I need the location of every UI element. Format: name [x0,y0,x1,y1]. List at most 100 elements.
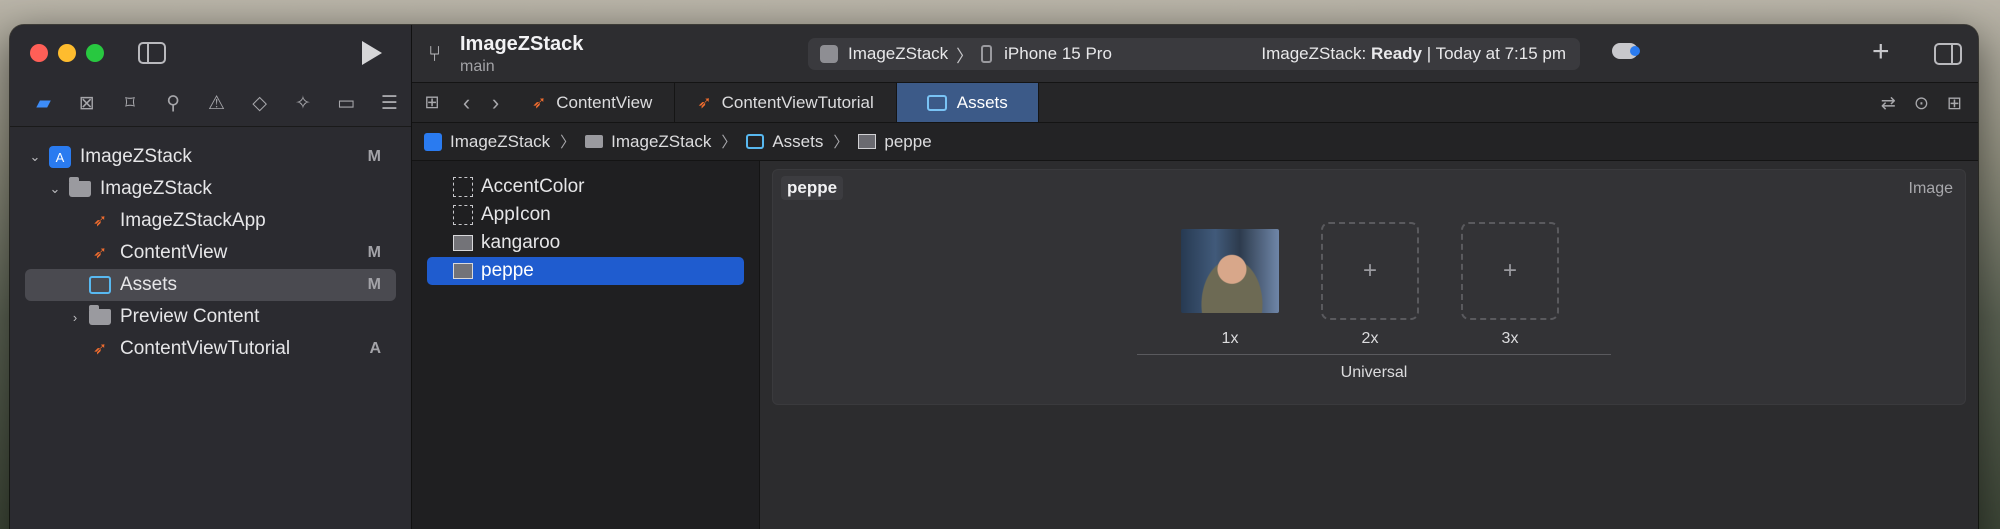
breadcrumb-item[interactable]: ImageZStack [424,132,550,152]
chevron-down-icon[interactable]: ⌄ [28,149,42,165]
breadcrumb-label: ImageZStack [611,131,712,151]
breadcrumb-separator-icon: 〉 [560,134,576,151]
project-title: ImageZStack [460,33,584,55]
report-icon[interactable]: ☰ [368,89,411,119]
swift-file-icon: ➶ [697,92,712,112]
branch-name[interactable]: main [460,58,495,76]
list-item[interactable]: AppIcon [427,201,744,229]
chevron-down-icon[interactable]: ⌄ [48,181,62,197]
more-options-icon[interactable]: ⊙ [1914,93,1929,114]
asset-label: peppe [481,260,534,281]
split-editor-icon[interactable]: ⊞ [1947,93,1962,114]
list-item[interactable]: peppe [427,257,744,285]
asset-catalog-icon [926,94,947,111]
slot-label: 2x [1361,330,1379,347]
tree-item-label: ContentViewTutorial [120,338,291,359]
project-icon: A [48,146,72,168]
chevron-right-icon[interactable]: › [68,310,82,325]
editor-area: ⑂ ImageZStack main ImageZStack 〉 iPhone … [412,25,1978,529]
asset-detail: peppe Image + + 1x 2x 3x Universal [760,161,1978,529]
image-slot-3x[interactable]: + [1461,222,1559,320]
debug-icon[interactable]: ✧ [281,89,324,119]
tab-label: Assets [956,92,1008,112]
slot-label: 1x [1221,330,1239,347]
breadcrumb-separator-icon: 〉 [721,134,737,151]
tree-item-file[interactable]: ➶ ContentViewTutorial A [10,333,411,365]
breadcrumb-item[interactable]: peppe [858,132,932,152]
source-control-icon[interactable]: ⊠ [65,89,108,119]
asset-label: AccentColor [481,176,585,197]
status-badge: M [367,148,381,165]
toolbar: ⑂ ImageZStack main ImageZStack 〉 iPhone … [412,25,1978,83]
breadcrumb-item[interactable]: Assets [746,132,823,152]
tree-item-group[interactable]: › Preview Content [10,301,411,333]
run-button[interactable] [362,41,382,65]
tree-item-file[interactable]: ➶ ContentView M [10,237,411,269]
related-items-icon[interactable]: ⊞ [412,83,452,122]
tree-item-label: Preview Content [120,306,260,327]
breadcrumb-label: Assets [772,131,824,151]
add-library-button[interactable]: + [1872,35,1890,69]
group-divider [1137,354,1611,355]
tree-item-assets[interactable]: Assets M [25,269,396,301]
breakpoint-icon[interactable]: ▭ [325,89,368,119]
minimize-window-button[interactable] [58,44,76,62]
sidebar-toggle-icon[interactable] [138,42,166,64]
tree-item-project[interactable]: ⌄ A ImageZStack M [10,141,411,173]
tab-label: ContentView [556,92,653,112]
breadcrumb-separator-icon: 〉 [833,134,849,151]
image-slot-1x[interactable] [1181,222,1279,320]
inspector-toggle-icon[interactable] [1934,43,1962,65]
scheme-name[interactable]: ImageZStack [848,44,948,64]
tab-label: ContentViewTutorial [721,92,874,112]
folder-icon[interactable]: ▰ [22,89,65,119]
folder-icon [68,177,92,200]
portrait-image [1181,229,1279,313]
branch-icon[interactable]: ⑂ [428,41,441,67]
asset-list: AccentColor AppIcon kangaroo peppe [412,161,760,529]
swap-icon[interactable]: ⇄ [1881,93,1896,114]
swift-file-icon: ➶ [92,339,108,358]
list-item[interactable]: kangaroo [427,229,744,257]
navigator-selector-bar: ▰ ⊠ ⌑ ⚲ ⚠ ◇ ✧ ▭ ☰ [10,81,411,127]
tab-assets[interactable]: Assets [896,83,1039,122]
breadcrumb-label: ImageZStack [450,131,551,151]
image-set-name[interactable]: peppe [781,176,844,200]
forward-icon[interactable]: › [492,90,499,116]
status-time: | Today at 7:15 pm [1426,44,1566,63]
iphone-icon [981,45,993,63]
image-slot-2x[interactable]: + [1321,222,1419,320]
add-icon: + [1502,257,1517,284]
tree-item-group[interactable]: ⌄ ImageZStack [10,173,411,205]
issue-icon[interactable]: ⚠ [195,89,238,119]
scheme-separator: 〉 [956,46,974,66]
test-icon[interactable]: ◇ [238,89,281,119]
navigator-sidebar: ▰ ⊠ ⌑ ⚲ ⚠ ◇ ✧ ▭ ☰ ⌄ A ImageZStack M ⌄ Im… [10,25,412,529]
asset-catalog-icon [88,274,112,296]
tab-contentview[interactable]: ➶ ContentView [510,83,676,122]
scheme-activity-bar[interactable]: ImageZStack 〉 iPhone 15 Pro ImageZStack:… [808,38,1580,70]
project-icon [424,132,442,151]
close-window-button[interactable] [30,44,48,62]
xcode-window: ▰ ⊠ ⌑ ⚲ ⚠ ◇ ✧ ▭ ☰ ⌄ A ImageZStack M ⌄ Im… [10,25,1978,529]
find-icon[interactable]: ⚲ [152,89,195,119]
image-set-icon [858,134,877,149]
tab-contentviewtutorial[interactable]: ➶ ContentViewTutorial [675,83,897,122]
status-prefix: ImageZStack: [1261,44,1367,63]
history-navigation: ‹ › [452,83,510,122]
status-state: Ready [1370,44,1423,63]
back-icon[interactable]: ‹ [463,90,470,116]
breadcrumb-item[interactable]: ImageZStack [585,132,711,152]
add-icon: + [1362,257,1377,284]
folder-icon [585,135,604,148]
zoom-window-button[interactable] [86,44,104,62]
list-item[interactable]: AccentColor [427,173,744,201]
image-set-type: Image [1908,180,1953,197]
bookmark-icon[interactable]: ⌑ [108,89,151,119]
folder-icon [88,305,112,328]
tree-item-file[interactable]: ➶ ImageZStackApp [10,205,411,237]
tab-bar: ⊞ ‹ › ➶ ContentView ➶ ContentViewTutoria… [412,83,1978,123]
cloud-status-icon[interactable] [1612,43,1640,59]
device-name[interactable]: iPhone 15 Pro [1004,44,1112,64]
project-tree: ⌄ A ImageZStack M ⌄ ImageZStack ➶ ImageZ… [10,127,411,365]
